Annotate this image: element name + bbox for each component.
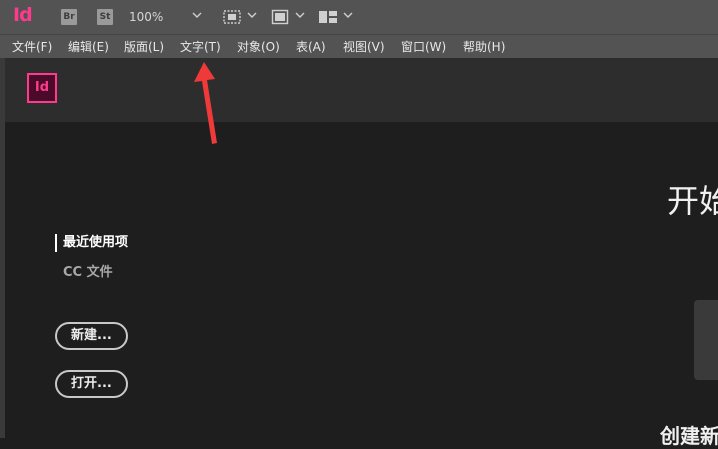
stock-button[interactable]: St [97, 9, 113, 25]
indesign-app-logo: Id [13, 4, 33, 26]
arrange-documents-icon[interactable] [318, 9, 338, 25]
menu-file[interactable]: 文件(F) [12, 38, 52, 55]
open-document-button[interactable]: 打开... [55, 370, 128, 398]
zoom-level[interactable]: 100% [129, 10, 163, 24]
recent-files-panel[interactable] [694, 300, 718, 380]
menu-edit[interactable]: 编辑(E) [68, 38, 109, 55]
new-document-button[interactable]: 新建... [55, 322, 128, 350]
menu-view[interactable]: 视图(V) [343, 38, 385, 55]
view-options-chevron-icon[interactable] [246, 9, 258, 21]
menu-table[interactable]: 表(A) [296, 38, 326, 55]
menu-help[interactable]: 帮助(H) [463, 38, 505, 55]
bridge-button[interactable]: Br [61, 9, 77, 25]
welcome-title: 开始 [667, 182, 718, 220]
arrange-documents-chevron-icon[interactable] [342, 9, 354, 21]
menu-object[interactable]: 对象(O) [237, 38, 280, 55]
menu-type[interactable]: 文字(T) [180, 38, 221, 55]
menu-window[interactable]: 窗口(W) [401, 38, 446, 55]
screen-mode-chevron-icon[interactable] [294, 9, 306, 21]
create-new-heading: 创建新 [660, 424, 718, 448]
home-header: Id [5, 58, 718, 122]
menu-layout[interactable]: 版面(L) [124, 38, 164, 55]
menu-bar: 文件(F) 编辑(E) 版面(L) 文字(T) 对象(O) 表(A) 视图(V)… [0, 34, 718, 59]
zoom-chevron-down-icon[interactable] [191, 9, 203, 21]
nav-cc-files[interactable]: CC 文件 [63, 261, 113, 280]
screen-mode-icon[interactable] [271, 9, 289, 25]
indesign-home-logo: Id [27, 73, 57, 103]
view-options-icon[interactable] [222, 9, 242, 25]
application-bar: Id Br St 100% [0, 0, 718, 34]
annotation-arrow-icon [194, 62, 217, 144]
nav-recent-items[interactable]: 最近使用项 [55, 234, 128, 252]
